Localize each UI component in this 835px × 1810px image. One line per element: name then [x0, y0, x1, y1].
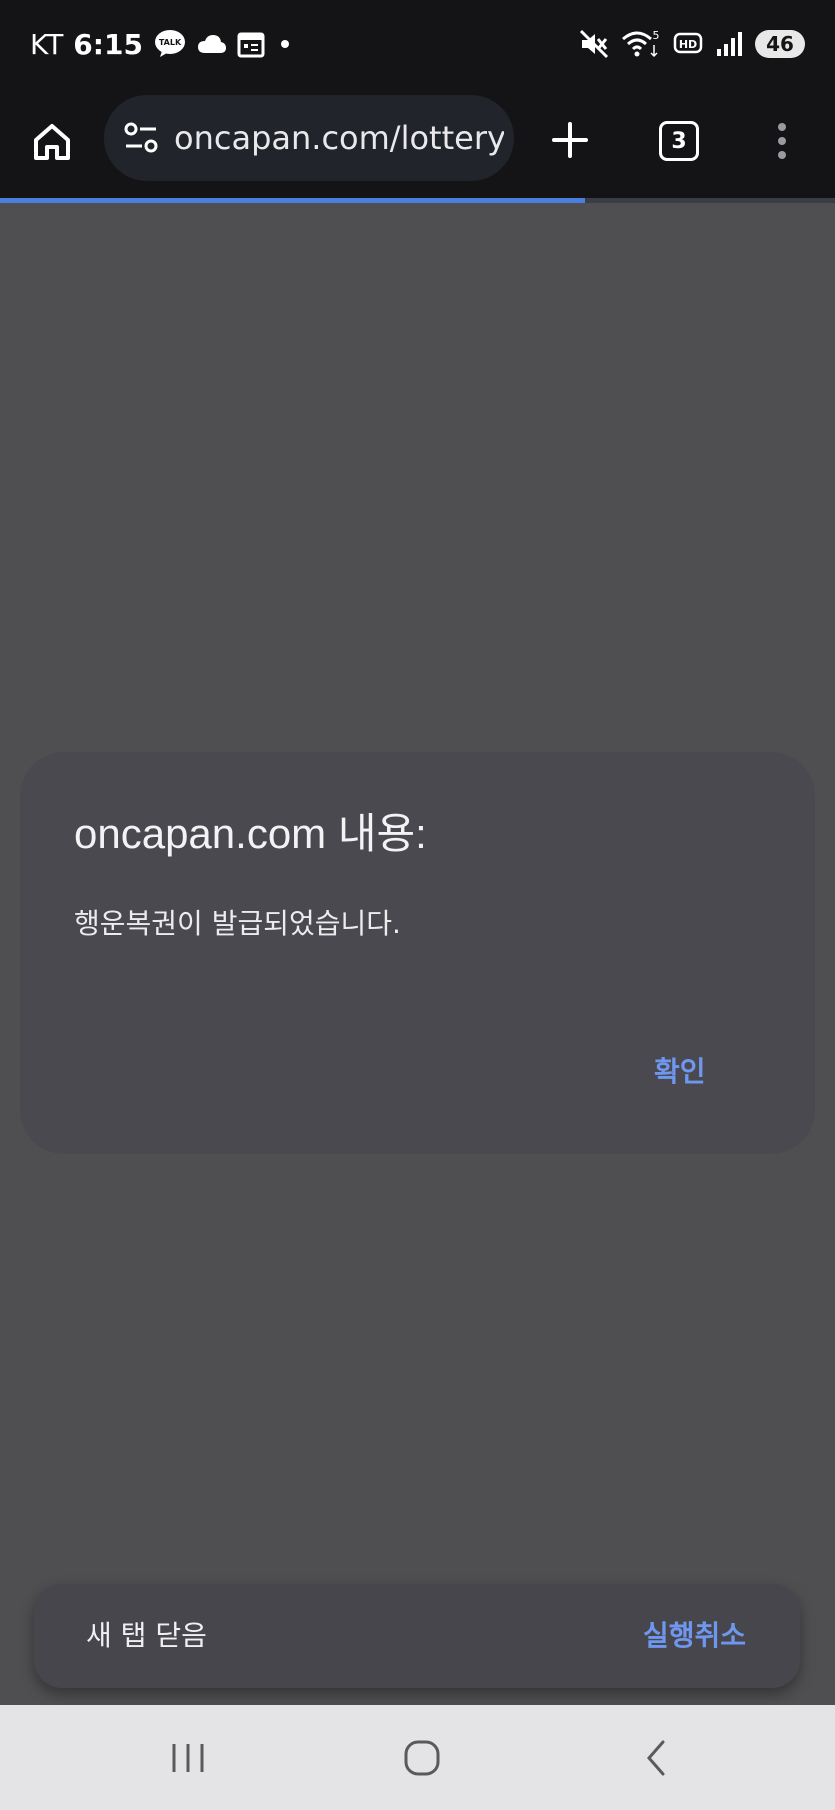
home-button[interactable]	[28, 114, 76, 170]
browser-toolbar: oncapan.com/lottery 3	[0, 88, 835, 200]
page-load-progress	[0, 198, 835, 203]
home-nav-button[interactable]	[372, 1705, 472, 1810]
back-icon	[647, 1740, 665, 1775]
calendar-icon	[237, 30, 265, 58]
navigation-bar	[0, 1705, 835, 1810]
recent-apps-icon	[172, 1743, 204, 1772]
carrier-label: KT	[30, 27, 64, 61]
recent-apps-button[interactable]	[138, 1705, 238, 1810]
undo-button[interactable]: 실행취소	[643, 1584, 746, 1688]
mute-icon	[579, 29, 609, 59]
plus-icon	[552, 122, 588, 158]
status-left: KT 6:15 TALK	[30, 24, 295, 64]
status-right: 5 HD 46	[579, 24, 805, 64]
phone-screen: KT 6:15 TALK 5 HD 46 oncapan.com/lottery…	[0, 0, 835, 1810]
wifi-badge-text: 5	[653, 29, 660, 42]
wifi-icon: 5	[621, 29, 661, 59]
address-bar[interactable]: oncapan.com/lottery	[104, 95, 514, 181]
home-icon	[34, 124, 70, 160]
more-vert-icon	[778, 123, 786, 159]
battery-indicator: 46	[755, 30, 805, 58]
dialog-message: 행운복권이 발급되었습니다.	[74, 907, 401, 940]
url-text[interactable]: oncapan.com/lottery	[174, 95, 504, 181]
notification-dot-icon	[275, 34, 295, 54]
dialog-ok-button[interactable]: 확인	[644, 1044, 716, 1096]
hd-badge-text: HD	[679, 38, 697, 51]
progress-fill	[0, 198, 585, 203]
talk-badge-text: TALK	[159, 38, 182, 47]
alert-dialog: oncapan.com 내용: 행운복권이 발급되었습니다. 확인	[20, 752, 815, 1154]
dialog-title: oncapan.com 내용:	[74, 810, 427, 857]
tab-count: 3	[659, 121, 699, 161]
snackbar: 새 탭 닫음 실행취소	[34, 1584, 800, 1688]
snackbar-message: 새 탭 닫음	[86, 1619, 207, 1652]
clock: 6:15	[73, 27, 143, 61]
overflow-menu-button[interactable]	[764, 116, 800, 166]
new-tab-button[interactable]	[544, 114, 596, 166]
signal-icon	[715, 31, 743, 57]
tab-switcher-button[interactable]: 3	[654, 116, 704, 166]
hd-voice-icon: HD	[673, 31, 703, 57]
kakaotalk-icon: TALK	[153, 29, 187, 59]
status-bar: KT 6:15 TALK 5 HD 46	[0, 0, 835, 88]
site-settings-icon[interactable]	[122, 119, 160, 161]
home-nav-icon	[404, 1740, 440, 1775]
cloud-icon	[197, 33, 227, 55]
back-button[interactable]	[606, 1705, 706, 1810]
